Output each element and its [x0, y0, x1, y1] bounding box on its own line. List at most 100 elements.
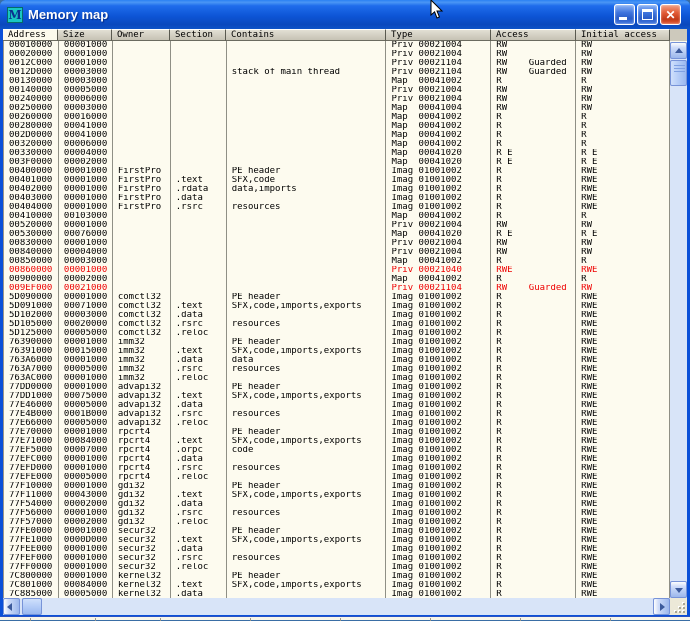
memory-row[interactable]: 5D10500000020000comctl32.rsrcresourcesIm…: [4, 320, 670, 329]
scroll-up-button[interactable]: [670, 42, 687, 59]
memory-row[interactable]: 0040200000001000FirstPro.rdatadata,impor…: [4, 185, 670, 194]
memory-row[interactable]: 0090000000002000Map 00041002RR: [4, 275, 670, 284]
cell-contains: [227, 275, 387, 284]
column-header-type[interactable]: Type: [386, 29, 491, 41]
memory-row[interactable]: 77EFE00000005000rpcrt4.relocImag 0100100…: [4, 473, 670, 482]
memory-row[interactable]: 77F5700000002000gdi32.relocImag 01001002…: [4, 518, 670, 527]
titlebar[interactable]: M Memory map ✕: [0, 0, 690, 29]
memory-row[interactable]: 5D10200000003000comctl32.dataImag 010010…: [4, 311, 670, 320]
memory-row[interactable]: 77F5600000001000gdi32.rsrcresourcesImag …: [4, 509, 670, 518]
cell-section: .reloc: [171, 419, 227, 428]
memory-row[interactable]: 77EFC00000001000rpcrt4.dataImag 01001002…: [4, 455, 670, 464]
column-header-initial[interactable]: Initial access: [576, 29, 670, 41]
memory-row[interactable]: 0024000000006000Priv 00021004RWRW: [4, 95, 670, 104]
cell-owner: gdi32: [113, 500, 171, 509]
column-header-contains[interactable]: Contains: [226, 29, 386, 41]
memory-row[interactable]: 009EF00000021000Priv 00021104RW GuardedR…: [4, 284, 670, 293]
memory-row[interactable]: 7C88500000005000kernel32.dataImag 010010…: [4, 590, 670, 598]
memory-row[interactable]: 0002000000001000Priv 00021004RWRW: [4, 50, 670, 59]
memory-row[interactable]: 003F000000002000Map 00041020R ER E: [4, 158, 670, 167]
memory-row[interactable]: 763AC00000001000imm32.relocImag 01001002…: [4, 374, 670, 383]
scroll-right-button[interactable]: [653, 598, 670, 615]
memory-row[interactable]: 77F5400000002000gdi32.dataImag 01001002R…: [4, 500, 670, 509]
memory-row[interactable]: 0084000000004000Priv 00021004RWRW: [4, 248, 670, 257]
memory-row[interactable]: 0025000000003000Map 00041004RWRW: [4, 104, 670, 113]
memory-row[interactable]: 77FEE00000001000secur32.dataImag 0100100…: [4, 545, 670, 554]
column-header-section[interactable]: Section: [170, 29, 226, 41]
memory-row[interactable]: 0026000000016000Map 00041002RR: [4, 113, 670, 122]
memory-row[interactable]: 77DD000000001000advapi32PE headerImag 01…: [4, 383, 670, 392]
cell-initial: RWE: [576, 401, 670, 410]
memory-row[interactable]: 77F1100000043000gdi32.textSFX,code,impor…: [4, 491, 670, 500]
memory-row[interactable]: 0001000000001000Priv 00021004RWRW: [4, 41, 670, 50]
column-header-access[interactable]: Access: [491, 29, 576, 41]
memory-row[interactable]: 5D12500000005000comctl32.relocImag 01001…: [4, 329, 670, 338]
vertical-scrollbar[interactable]: [670, 42, 687, 598]
memory-row[interactable]: 0040400000001000FirstPro.rsrcresourcesIm…: [4, 203, 670, 212]
memory-row[interactable]: 7C80100000084000kernel32.textSFX,code,im…: [4, 581, 670, 590]
cell-size: 00005000: [59, 473, 113, 482]
column-header-owner[interactable]: Owner: [112, 29, 170, 41]
memory-row[interactable]: 77E6600000005000advapi32.relocImag 01001…: [4, 419, 670, 428]
cell-initial: RWE: [576, 590, 670, 598]
memory-row[interactable]: 0012D00000003000stack of main threadPriv…: [4, 68, 670, 77]
memory-row[interactable]: 7639100000015000imm32.textSFX,code,impor…: [4, 347, 670, 356]
memory-row[interactable]: 0052000000001000Priv 00021004RWRW: [4, 221, 670, 230]
memory-row[interactable]: 0053000000076000Map 00041020R ER E: [4, 230, 670, 239]
cell-owner: [113, 95, 171, 104]
memory-row[interactable]: 002D000000041000Map 00041002RR: [4, 131, 670, 140]
maximize-button[interactable]: [637, 4, 658, 25]
column-header-size[interactable]: Size: [58, 29, 112, 41]
cell-access: RW Guarded: [491, 59, 576, 68]
cell-size: 00001000: [59, 545, 113, 554]
memory-row[interactable]: 0086000000001000Priv 00021040RWERWE: [4, 266, 670, 275]
cell-size: 00001000: [59, 374, 113, 383]
memory-row[interactable]: 7C80000000001000kernel32PE headerImag 01…: [4, 572, 670, 581]
horizontal-scrollbar[interactable]: [3, 598, 670, 615]
resize-grip[interactable]: [670, 598, 687, 615]
cell-contains: PE header: [227, 338, 387, 347]
memory-row[interactable]: 77E7000000001000rpcrt4PE headerImag 0100…: [4, 428, 670, 437]
memory-row[interactable]: 77EF500000007000rpcrt4.orpccodeImag 0100…: [4, 446, 670, 455]
memory-row[interactable]: 77F1000000001000gdi32PE headerImag 01001…: [4, 482, 670, 491]
memory-row[interactable]: 0040300000001000FirstPro.dataImag 010010…: [4, 194, 670, 203]
cell-address: 00020000: [4, 50, 59, 59]
memory-row[interactable]: 0028000000041000Map 00041002RR: [4, 122, 670, 131]
memory-row[interactable]: 0040000000001000FirstProPE headerImag 01…: [4, 167, 670, 176]
memory-row[interactable]: 0033000000004000Map 00041020R ER E: [4, 149, 670, 158]
cell-size: 00003000: [59, 257, 113, 266]
memory-row[interactable]: 77E7100000084000rpcrt4.textSFX,code,impo…: [4, 437, 670, 446]
column-header-address[interactable]: Address: [3, 29, 58, 41]
cell-owner: imm32: [113, 347, 171, 356]
memory-row[interactable]: 77E4600000005000advapi32.dataImag 010010…: [4, 401, 670, 410]
vertical-scroll-thumb[interactable]: [670, 60, 687, 86]
cell-section: [171, 482, 227, 491]
horizontal-scroll-thumb[interactable]: [22, 598, 42, 615]
memory-row[interactable]: 77DD100000075000advapi32.textSFX,code,im…: [4, 392, 670, 401]
memory-row[interactable]: 0012C00000001000Priv 00021104RW GuardedR…: [4, 59, 670, 68]
memory-row[interactable]: 77FE10000000D000secur32.textSFX,code,imp…: [4, 536, 670, 545]
memory-row[interactable]: 77FEF00000001000secur32.rsrcresourcesIma…: [4, 554, 670, 563]
memory-row[interactable]: 77FE000000001000secur32PE headerImag 010…: [4, 527, 670, 536]
memory-row[interactable]: 0014000000005000Priv 00021004RWRW: [4, 86, 670, 95]
minimize-button[interactable]: [614, 4, 635, 25]
memory-row[interactable]: 5D09000000001000comctl32PE headerImag 01…: [4, 293, 670, 302]
memory-row[interactable]: 77FF000000001000secur32.relocImag 010010…: [4, 563, 670, 572]
memory-row[interactable]: 763A700000005000imm32.rsrcresourcesImag …: [4, 365, 670, 374]
close-button[interactable]: ✕: [660, 4, 681, 25]
memory-row[interactable]: 7639000000001000imm32PE headerImag 01001…: [4, 338, 670, 347]
cell-address: 77F11000: [4, 491, 59, 500]
scroll-left-button[interactable]: [3, 598, 20, 615]
memory-row[interactable]: 77EFD00000001000rpcrt4.rsrcresourcesImag…: [4, 464, 670, 473]
cell-initial: R E: [576, 230, 670, 239]
scroll-down-button[interactable]: [670, 581, 687, 598]
memory-row[interactable]: 0040100000001000FirstPro.textSFX,codeIma…: [4, 176, 670, 185]
memory-row[interactable]: 0083000000001000Priv 00021004RWRW: [4, 239, 670, 248]
memory-row[interactable]: 0041000000103000Map 00041002RR: [4, 212, 670, 221]
memory-row[interactable]: 0032000000006000Map 00041002RR: [4, 140, 670, 149]
memory-row[interactable]: 0013000000003000Map 00041002RR: [4, 77, 670, 86]
memory-row[interactable]: 0085000000003000Map 00041002RR: [4, 257, 670, 266]
memory-row[interactable]: 763A600000001000imm32.datadataImag 01001…: [4, 356, 670, 365]
memory-row[interactable]: 77E4B0000001B000advapi32.rsrcresourcesIm…: [4, 410, 670, 419]
memory-row[interactable]: 5D09100000071000comctl32.textSFX,code,im…: [4, 302, 670, 311]
